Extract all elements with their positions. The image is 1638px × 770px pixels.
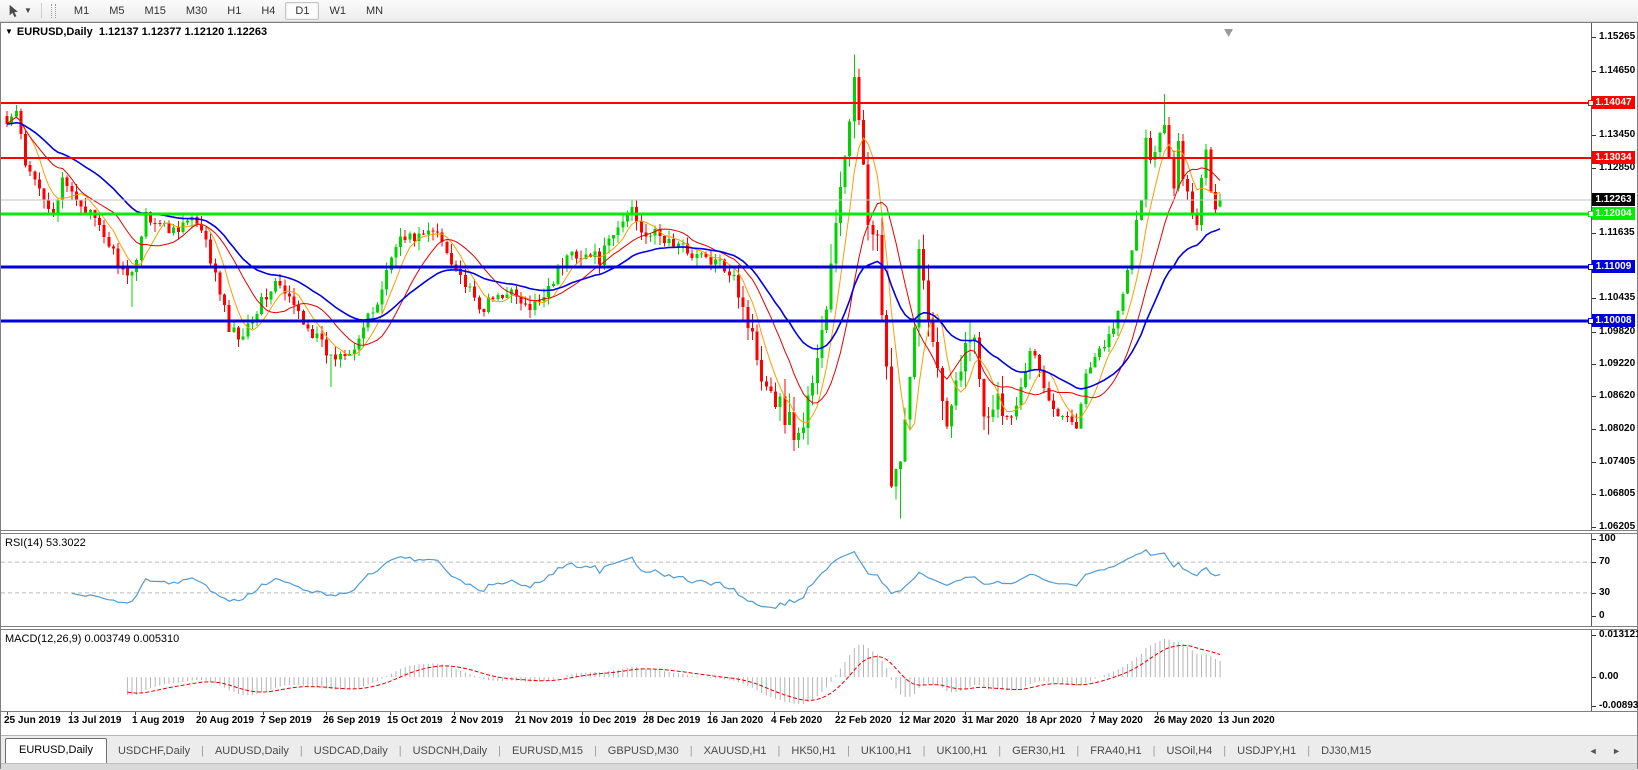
- macd-label: MACD(12,26,9) 0.003749 0.005310: [5, 633, 179, 645]
- rsi-tick-label: 0: [1592, 610, 1605, 622]
- date-tick-label: 13 Jul 2019: [68, 715, 121, 726]
- chart-title: ▼ EURUSD,Daily 1.12137 1.12377 1.12120 1.…: [5, 26, 267, 38]
- rsi-tick-label: 30: [1592, 587, 1610, 599]
- chart-shift-marker: [1224, 29, 1233, 37]
- toolbar-grip[interactable]: [51, 4, 56, 18]
- date-tick-label: 26 May 2020: [1154, 715, 1212, 726]
- price-tick-label: 1.07405: [1592, 456, 1635, 468]
- macd-axis[interactable]: 0.013121 0.00 -0.008931: [1591, 630, 1637, 711]
- chart-tab-eurusd-m15[interactable]: EURUSD,M15: [501, 740, 594, 763]
- cursor-tool-icon[interactable]: [6, 3, 22, 19]
- price-tick-label: 1.13450: [1592, 129, 1635, 141]
- date-tick-label: 1 Aug 2019: [132, 715, 184, 726]
- timeframe-button-h4[interactable]: H4: [251, 2, 285, 20]
- date-tick-label: 7 Sep 2019: [260, 715, 312, 726]
- chart-tab-dj30-m15[interactable]: DJ30,M15: [1310, 740, 1382, 763]
- chart-tabs-bar: EURUSD,DailyUSDCHF,Daily|AUDUSD,Daily|US…: [1, 735, 1637, 763]
- macd-tick-label: 0.013121: [1592, 629, 1638, 641]
- date-tick-label: 7 May 2020: [1090, 715, 1143, 726]
- date-tick-label: 2 Nov 2019: [451, 715, 503, 726]
- timeframe-button-d1[interactable]: D1: [285, 2, 319, 20]
- date-tick-label: 28 Dec 2019: [643, 715, 700, 726]
- price-chart-plot[interactable]: [1, 23, 1592, 530]
- chart-tab-hk50-h1[interactable]: HK50,H1: [780, 740, 847, 763]
- mt4-terminal: { "toolbar": { "timeframes": ["M1","M5",…: [0, 0, 1638, 769]
- chart-ohlc-quotes: 1.12137 1.12377 1.12120 1.12263: [99, 26, 267, 38]
- rsi-tick-label: 70: [1592, 556, 1610, 568]
- date-tick-label: 20 Aug 2019: [196, 715, 254, 726]
- date-tick-label: 22 Feb 2020: [835, 715, 892, 726]
- date-tick-label: 15 Oct 2019: [387, 715, 443, 726]
- chart-tab-usdjpy-h1[interactable]: USDJPY,H1: [1226, 740, 1307, 763]
- timeframe-button-mn[interactable]: MN: [356, 2, 393, 20]
- chart-tab-usoil-h4[interactable]: USOil,H4: [1155, 740, 1223, 763]
- chart-tab-uk100-h1[interactable]: UK100,H1: [926, 740, 999, 763]
- timeframe-button-m1[interactable]: M1: [64, 2, 99, 20]
- chart-tab-uk100-h1[interactable]: UK100,H1: [850, 740, 923, 763]
- chart-tab-usdcnh-daily[interactable]: USDCNH,Daily: [402, 740, 499, 763]
- price-tag: 1.13034: [1592, 151, 1635, 164]
- timeframe-button-m5[interactable]: M5: [99, 2, 134, 20]
- price-panel: 1.152651.146501.134501.128501.116351.104…: [1, 23, 1637, 531]
- price-axis[interactable]: 1.152651.146501.134501.128501.116351.104…: [1591, 23, 1637, 530]
- price-tick-label: 1.09820: [1592, 326, 1635, 338]
- date-tick-label: 10 Dec 2019: [579, 715, 636, 726]
- price-tick-label: 1.09220: [1592, 358, 1635, 370]
- date-tick-label: 13 Jun 2020: [1218, 715, 1275, 726]
- rsi-axis[interactable]: 100 70 30 0: [1591, 534, 1637, 626]
- timeframe-button-m30[interactable]: M30: [176, 2, 217, 20]
- price-tick-label: 1.14650: [1592, 65, 1635, 77]
- chart-tab-xauusd-h1[interactable]: XAUUSD,H1: [693, 740, 778, 763]
- chart-tab-ger30-h1[interactable]: GER30,H1: [1001, 740, 1076, 763]
- price-tick-label: 1.10435: [1592, 292, 1635, 304]
- date-tick-label: 31 Mar 2020: [962, 715, 1019, 726]
- toolbar-separator: [41, 3, 42, 18]
- price-tag: 1.11009: [1592, 260, 1635, 273]
- macd-panel: 0.013121 0.00 -0.008931 MACD(12,26,9) 0.00…: [1, 629, 1637, 712]
- macd-tick-label: -0.008931: [1592, 700, 1638, 712]
- macd-plot[interactable]: [1, 630, 1592, 711]
- cursor-tool-dropdown-icon[interactable]: ▼: [24, 6, 32, 15]
- date-tick-label: 12 Mar 2020: [899, 715, 956, 726]
- date-tick-label: 16 Jan 2020: [707, 715, 763, 726]
- chart-window: 1.152651.146501.134501.128501.116351.104…: [0, 22, 1638, 769]
- price-tick-label: 1.11635: [1592, 227, 1635, 239]
- chart-tab-audusd-daily[interactable]: AUDUSD,Daily: [204, 740, 300, 763]
- chart-tab-gbpusd-m30[interactable]: GBPUSD,M30: [597, 740, 690, 763]
- macd-tick-label: 0.00: [1592, 671, 1618, 683]
- price-tick-label: 1.06205: [1592, 521, 1635, 533]
- rsi-plot[interactable]: [1, 534, 1592, 626]
- price-tag: 1.12263: [1592, 193, 1635, 206]
- date-tick-label: 18 Apr 2020: [1026, 715, 1082, 726]
- rsi-label: RSI(14) 53.3022: [5, 537, 86, 549]
- price-tag: 1.10008: [1592, 314, 1635, 327]
- date-tick-label: 26 Sep 2019: [323, 715, 380, 726]
- chart-tab-usdchf-daily[interactable]: USDCHF,Daily: [107, 740, 201, 763]
- price-tag: 1.12004: [1592, 207, 1635, 220]
- chart-symbol: EURUSD,Daily: [17, 26, 93, 38]
- price-tick-label: 1.08020: [1592, 423, 1635, 435]
- chart-dropdown-icon[interactable]: ▼: [5, 27, 13, 36]
- chart-tab-eurusd-daily[interactable]: EURUSD,Daily: [5, 738, 107, 763]
- price-tick-label: 1.15265: [1592, 31, 1635, 43]
- tab-scroll-arrows[interactable]: ◄ ►: [1589, 746, 1627, 756]
- rsi-tick-label: 100: [1592, 533, 1616, 545]
- timeframe-toolbar: ▼ M1M5M15M30H1H4D1W1MN: [0, 0, 1638, 22]
- date-tick-label: 21 Nov 2019: [515, 715, 573, 726]
- date-axis[interactable]: 25 Jun 2019 13 Jul 2019 1 Aug 2019 20 Aug 2…: [1, 712, 1637, 735]
- timeframe-button-h1[interactable]: H1: [217, 2, 251, 20]
- date-tick-label: 25 Jun 2019: [4, 715, 61, 726]
- price-tick-label: 1.08620: [1592, 390, 1635, 402]
- price-tick-label: 1.06805: [1592, 488, 1635, 500]
- date-tick-label: 4 Feb 2020: [771, 715, 822, 726]
- chart-tab-fra40-h1[interactable]: FRA40,H1: [1079, 740, 1152, 763]
- price-tag: 1.14047: [1592, 96, 1635, 109]
- rsi-panel: 100 70 30 0 RSI(14) 53.3022: [1, 533, 1637, 627]
- chart-tab-usdcad-daily[interactable]: USDCAD,Daily: [303, 740, 399, 763]
- timeframe-button-m15[interactable]: M15: [134, 2, 175, 20]
- timeframe-button-w1[interactable]: W1: [319, 2, 356, 20]
